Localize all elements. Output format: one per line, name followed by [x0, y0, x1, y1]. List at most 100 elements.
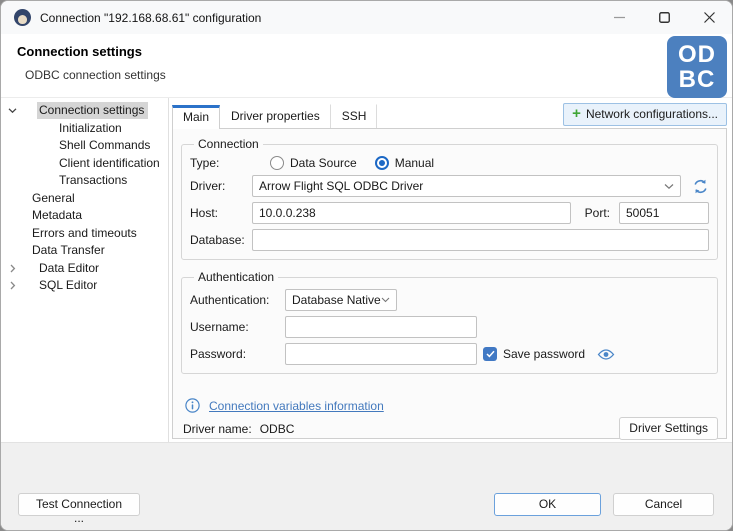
tree-item-metadata[interactable]: Metadata [1, 207, 168, 225]
app-icon [14, 9, 31, 26]
variables-link-row: Connection variables information [185, 398, 716, 413]
tab-driver-properties[interactable]: Driver properties [220, 104, 331, 128]
dialog-footer: Test Connection ... OK Cancel [1, 442, 732, 530]
authentication-select[interactable]: Database Native [285, 289, 397, 311]
ok-button[interactable]: OK [494, 493, 601, 516]
radio-checked-icon [375, 156, 389, 170]
type-row: Type: Data Source Manual [190, 156, 709, 170]
driver-name-label: Driver name: [183, 422, 252, 436]
authentication-label: Authentication: [190, 293, 285, 307]
main-panel: Main Driver properties SSH + Network con… [169, 98, 732, 442]
username-label: Username: [190, 320, 285, 334]
tree-item-initialization[interactable]: Initialization [1, 120, 168, 138]
authentication-selected-value: Database Native [292, 293, 381, 307]
driver-row: Driver: Arrow Flight SQL ODBC Driver [190, 175, 709, 197]
type-label: Type: [190, 156, 252, 170]
authentication-group-legend: Authentication [194, 270, 278, 284]
connection-group-legend: Connection [194, 137, 263, 151]
authentication-row: Authentication: Database Native [190, 289, 709, 311]
radio-data-source-label: Data Source [290, 156, 357, 170]
port-label: Port: [585, 206, 610, 220]
close-button[interactable] [687, 1, 732, 34]
tree-item-errors-and-timeouts[interactable]: Errors and timeouts [1, 225, 168, 243]
network-configurations-label: Network configurations... [586, 107, 718, 121]
plus-icon: + [572, 109, 581, 119]
test-connection-button[interactable]: Test Connection ... [18, 493, 140, 516]
tree-item-data-transfer[interactable]: Data Transfer [1, 242, 168, 260]
chevron-right-icon[interactable] [7, 264, 17, 273]
refresh-icon [692, 178, 709, 195]
tree-item-label: Data Editor [37, 260, 103, 277]
refresh-drivers-button[interactable] [681, 178, 709, 195]
connection-variables-link[interactable]: Connection variables information [209, 399, 384, 413]
database-label: Database: [190, 233, 252, 247]
odbc-logo-line2: BC [679, 67, 716, 92]
chevron-down-icon [664, 183, 674, 190]
show-password-button[interactable] [597, 348, 615, 361]
username-input[interactable] [285, 316, 477, 338]
tree-item-label: Initialization [57, 120, 126, 137]
odbc-logo: OD BC [667, 36, 727, 98]
tree-item-label: Client identification [57, 155, 164, 172]
page-title: Connection settings [17, 44, 732, 59]
driver-label: Driver: [190, 179, 252, 193]
titlebar: Connection "192.168.68.61" configuration [1, 1, 732, 34]
network-configurations-button[interactable]: + Network configurations... [563, 103, 727, 126]
save-password-checkbox[interactable]: Save password [483, 347, 585, 361]
chevron-down-icon[interactable] [7, 106, 17, 115]
connection-configuration-dialog: Connection "192.168.68.61" configuration… [0, 0, 733, 531]
password-label: Password: [190, 347, 285, 361]
authentication-group: Authentication Authentication: Database … [181, 270, 718, 374]
tab-bar: Main Driver properties SSH + Network con… [172, 101, 727, 128]
save-password-label: Save password [503, 347, 585, 361]
tree-item-transactions[interactable]: Transactions [1, 172, 168, 190]
tree-item-label: Errors and timeouts [30, 225, 141, 242]
maximize-button[interactable] [642, 1, 687, 34]
tree-item-connection-settings[interactable]: Connection settings [1, 102, 168, 120]
tree-item-sql-editor[interactable]: SQL Editor [1, 277, 168, 295]
driver-settings-button[interactable]: Driver Settings [619, 417, 718, 440]
connection-group: Connection Type: Data Source Manual [181, 137, 718, 260]
database-row: Database: [190, 229, 709, 251]
minimize-button[interactable] [597, 1, 642, 34]
host-row: Host: Port: [190, 202, 709, 224]
tree-item-label: Transactions [57, 172, 131, 189]
radio-unchecked-icon [270, 156, 284, 170]
eye-icon [597, 348, 615, 361]
driver-name-value: ODBC [260, 422, 295, 436]
driver-name-row: Driver name: ODBC Driver Settings [179, 413, 720, 442]
tree-item-client-identification[interactable]: Client identification [1, 155, 168, 173]
tree-item-shell-commands[interactable]: Shell Commands [1, 137, 168, 155]
tab-ssh[interactable]: SSH [331, 104, 378, 128]
host-input[interactable] [252, 202, 571, 224]
driver-select[interactable]: Arrow Flight SQL ODBC Driver [252, 175, 681, 197]
tree-item-data-editor[interactable]: Data Editor [1, 260, 168, 278]
database-input[interactable] [252, 229, 709, 251]
cancel-button[interactable]: Cancel [613, 493, 714, 516]
password-input[interactable] [285, 343, 477, 365]
dialog-header: Connection settings ODBC connection sett… [1, 34, 732, 98]
radio-data-source[interactable]: Data Source [270, 156, 357, 170]
username-row: Username: [190, 316, 709, 338]
tab-main[interactable]: Main [172, 105, 220, 129]
tree-item-label: SQL Editor [37, 277, 101, 294]
checkbox-checked-icon [483, 347, 497, 361]
info-icon [185, 398, 200, 413]
host-label: Host: [190, 206, 252, 220]
dialog-body: Connection settings Initialization Shell… [1, 98, 732, 442]
port-input[interactable] [619, 202, 709, 224]
radio-manual-label: Manual [395, 156, 434, 170]
tree-item-general[interactable]: General [1, 190, 168, 208]
tree-item-label: Connection settings [37, 102, 148, 119]
window-title: Connection "192.168.68.61" configuration [40, 11, 261, 25]
chevron-right-icon[interactable] [7, 281, 17, 290]
radio-manual[interactable]: Manual [375, 156, 434, 170]
footer-right-buttons: OK Cancel [494, 493, 714, 516]
tree-item-label: Metadata [30, 207, 86, 224]
chevron-down-icon [381, 297, 390, 303]
window-controls [597, 1, 732, 34]
page-subtitle: ODBC connection settings [25, 68, 732, 82]
settings-tree: Connection settings Initialization Shell… [1, 98, 169, 442]
tab-content-main: Connection Type: Data Source Manual [172, 128, 727, 439]
tree-item-label: Shell Commands [57, 137, 154, 154]
